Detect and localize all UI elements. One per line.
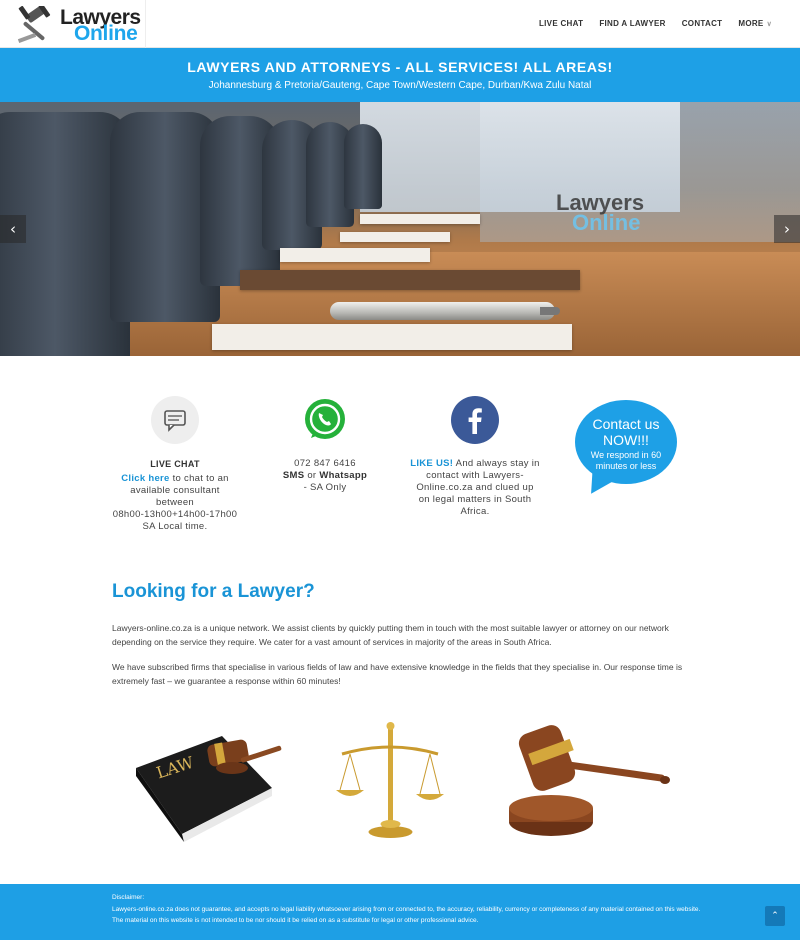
back-to-top-button[interactable]: ⌃ (765, 906, 785, 926)
hero-chair (344, 124, 382, 209)
hero-pen-tip (540, 307, 560, 315)
feature-facebook: LIKE US! And always stay in contact with… (410, 396, 540, 518)
facebook-icon[interactable] (451, 396, 499, 444)
hero-paper (340, 232, 450, 242)
hero-paper (240, 270, 580, 290)
hero-paper (212, 324, 572, 350)
site-logo[interactable]: Lawyers Online (16, 4, 144, 46)
banner-subtitle: Johannesburg & Pretoria/Gauteng, Cape To… (208, 80, 592, 91)
nav-more-label: MORE (738, 19, 764, 28)
nav-more[interactable]: MORE ∨ (738, 19, 772, 28)
disclaimer-text: Lawyers-online.co.za does not guarantee,… (112, 906, 701, 924)
disclaimer-label: Disclaimer: (112, 894, 145, 901)
whatsapp-phone: 072 847 6416 (294, 458, 356, 469)
live-chat-timezone: SA Local time. (142, 521, 208, 532)
contact-bubble-heading: Contact us NOW!!! (592, 416, 660, 448)
contact-us-bubble[interactable]: Contact us NOW!!! We respond in 60 minut… (575, 400, 677, 484)
about-heading: Looking for a Lawyer? (112, 581, 315, 602)
live-chat-title: LIVE CHAT (150, 459, 200, 469)
nav-find-a-lawyer[interactable]: FIND A LAWYER (599, 19, 665, 28)
gavel-logo-icon (17, 6, 51, 43)
live-chat-link[interactable]: Click here (121, 473, 169, 484)
site-header: Lawyers Online LIVE CHAT FIND A LAWYER C… (0, 0, 800, 48)
facebook-description: LIKE US! And always stay in contact with… (410, 458, 540, 518)
banner-title: LAWYERS AND ATTORNEYS - ALL SERVICES! AL… (187, 59, 613, 75)
site-footer: Disclaimer: Lawyers-online.co.za does no… (0, 884, 800, 940)
hero-slider[interactable]: Lawyers Online ‹ › (0, 102, 800, 356)
hero-paper (280, 248, 430, 262)
hero-logo-text-online: Online (572, 210, 641, 235)
hero-paper (360, 214, 480, 224)
feature-live-chat: LIVE CHAT Click here to chat to an avail… (110, 396, 240, 533)
whatsapp-methods: SMS or Whatsapp (260, 470, 390, 482)
live-chat-description: Click here to chat to an available consu… (110, 473, 240, 533)
nav-contact[interactable]: CONTACT (682, 19, 723, 28)
scales-of-justice-image (320, 718, 460, 848)
feature-whatsapp: 072 847 6416 SMS or Whatsapp - SA Only (260, 396, 390, 494)
or-label: or (304, 470, 320, 481)
live-chat-hours: 08h00-13h00+14h00-17h00 (112, 509, 238, 520)
hero-pen (330, 302, 555, 320)
like-us-link[interactable]: LIKE US! (410, 458, 453, 469)
main-nav: LIVE CHAT FIND A LAWYER CONTACT MORE ∨ (539, 19, 772, 28)
slider-next-button[interactable]: › (774, 215, 800, 243)
chat-bubble-icon[interactable] (151, 396, 199, 444)
about-paragraph-2: We have subscribed firms that specialise… (112, 662, 683, 686)
slider-prev-button[interactable]: ‹ (0, 215, 26, 243)
services-banner: LAWYERS AND ATTORNEYS - ALL SERVICES! AL… (0, 48, 800, 102)
sms-label: SMS (282, 470, 305, 481)
whatsapp-label: Whatsapp (319, 470, 368, 481)
about-paragraph-1: Lawyers-online.co.za is a unique network… (112, 623, 669, 647)
whatsapp-icon[interactable] (301, 396, 349, 444)
logo-text-online: Online (74, 22, 138, 45)
nav-live-chat[interactable]: LIVE CHAT (539, 19, 583, 28)
contact-bubble-subtext: We respond in 60 minutes or less (590, 450, 662, 471)
whatsapp-note: - SA Only (303, 482, 347, 493)
logo-divider (145, 0, 146, 48)
chevron-down-icon: ∨ (766, 20, 772, 28)
gavel-image (495, 718, 685, 848)
law-book-image: LAW (112, 718, 292, 848)
